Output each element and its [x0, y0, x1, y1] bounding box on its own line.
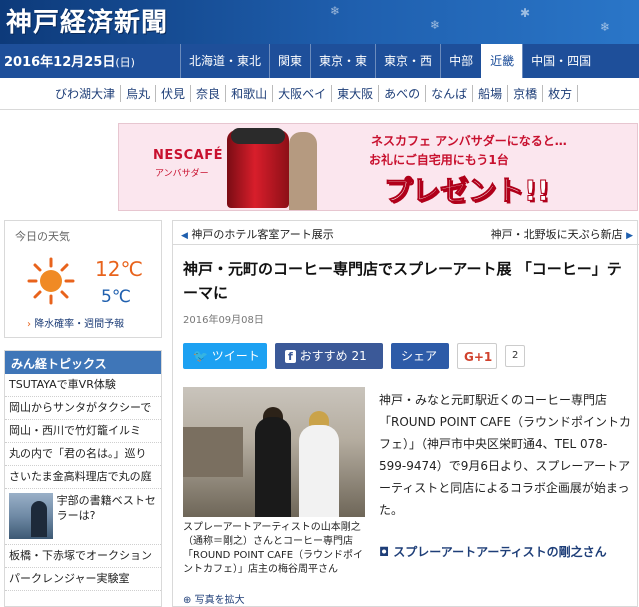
area-link[interactable]: 大阪ベイ	[273, 85, 333, 102]
twitter-bird-icon: 🐦	[193, 349, 208, 363]
region-tab-active[interactable]: 近畿	[481, 44, 523, 78]
area-link[interactable]: 東大阪	[332, 85, 380, 102]
ad-line2: お礼にご自宅用にもう1台	[369, 153, 509, 167]
triangle-left-icon: ◀	[181, 231, 188, 241]
area-nav: びわ湖大津 烏丸 伏見 奈良 和歌山 大阪ベイ 東大阪 あべの なんば 船場 京…	[0, 78, 639, 110]
topic-featured-label: 宇部の書籍ベストセラーは?	[56, 494, 156, 522]
enlarge-label: 写真を拡大	[194, 595, 245, 606]
region-tabs: 北海道・東北 関東 東京・東 東京・西 中部 近畿 中国・四国	[180, 44, 599, 78]
share-bar: 🐦 ツイート f おすすめ 21 シェア G+1 2	[183, 343, 526, 369]
temp-high: 12℃	[95, 257, 143, 281]
ad-brand-sub: アンバサダー	[155, 169, 209, 179]
topic-featured[interactable]: 宇部の書籍ベストセラーは?	[5, 489, 161, 545]
photo-person	[299, 425, 339, 517]
area-link[interactable]: 伏見	[156, 85, 192, 102]
share-button[interactable]: シェア	[391, 343, 449, 369]
tweet-label: ツイート	[211, 349, 260, 363]
topic-link[interactable]: パークレンジャー実験室	[5, 568, 161, 591]
photo-caption: スプレーアートアーティストの山本剛之（通称＝剛之）さんとコーヒー専門店「ROUN…	[183, 522, 364, 575]
article-photo[interactable]	[183, 387, 365, 517]
article-body-text: 神戸・みなと元町駅近くのコーヒー専門店「ROUND POINT CAFE（ラウン…	[379, 393, 632, 517]
article-date: 2016年09月08日	[183, 315, 264, 326]
region-tab[interactable]: 東京・西	[375, 44, 440, 78]
area-link[interactable]: 船場	[473, 85, 509, 102]
tweet-button[interactable]: 🐦 ツイート	[183, 343, 267, 369]
thumbnail-figure	[31, 501, 47, 537]
current-date: 2016年12月25日(日)	[4, 51, 135, 70]
article-subhead-text: スプレーアートアーティストの剛之さん	[393, 545, 607, 559]
topic-link[interactable]: 丸の内で「君の名は。」巡り	[5, 443, 161, 466]
region-tab[interactable]: 北海道・東北	[180, 44, 269, 78]
coffee-machine-top	[231, 128, 285, 144]
photo-person	[255, 417, 291, 517]
camera-icon: ◘	[379, 545, 390, 559]
article-headline: 神戸・元町のコーヒー専門店でスプレーアート展 「コーヒー」テーマに	[183, 260, 622, 302]
sun-icon	[27, 257, 75, 305]
snowflake-icon: ❄	[330, 4, 341, 18]
area-link[interactable]: 京橋	[508, 85, 544, 102]
topic-link[interactable]: 岡山・西川で竹灯籠イルミ	[5, 420, 161, 443]
topic-link[interactable]: 岡山からサンタがタクシーで	[5, 397, 161, 420]
area-link[interactable]: びわ湖大津	[50, 85, 122, 102]
next-article-title: 神戸・北野坂に天ぷら新店	[490, 228, 623, 241]
ad-brand: NESCAFÉ	[153, 148, 223, 163]
weather-link-label: 降水確率・週間予報	[34, 319, 125, 330]
topic-link[interactable]: さいたま金高料理店で丸の庭	[5, 466, 161, 489]
nescafe-ad-banner[interactable]: NESCAFÉ アンバサダー ネスカフェ アンバサダーになると… お礼にご自宅用…	[118, 123, 638, 211]
site-header: ❄ ❄ ✱ ❄ 神戸経済新聞	[0, 0, 639, 44]
region-tab[interactable]: 東京・東	[310, 44, 375, 78]
temp-low: 5℃	[101, 287, 131, 307]
snowflake-icon: ✱	[520, 6, 531, 20]
ad-person-image	[289, 132, 317, 210]
region-tab[interactable]: 中国・四国	[522, 44, 599, 78]
ad-line1: ネスカフェ アンバサダーになると…	[371, 134, 567, 148]
article-subhead: ◘ スプレーアートアーティストの剛之さん	[379, 541, 633, 563]
prev-article-link[interactable]: ◀ 神戸のホテル客室アート展示	[181, 226, 334, 242]
snowflake-icon: ❄	[430, 18, 441, 32]
gplus-count: 2	[505, 345, 526, 367]
weather-widget: 今日の天気 12℃ 5℃ › 降水確率・週間予報	[4, 220, 162, 338]
triangle-right-icon: ▶	[626, 231, 633, 241]
article-pager: ◀ 神戸のホテル客室アート展示 神戸・北野坂に天ぷら新店 ▶	[173, 221, 639, 245]
site-logo[interactable]: 神戸経済新聞	[6, 2, 168, 39]
ad-headline: プレゼント!!	[384, 174, 551, 208]
area-link[interactable]: 烏丸	[121, 85, 157, 102]
recommend-label: おすすめ 21	[299, 349, 367, 363]
weather-forecast-link[interactable]: › 降水確率・週間予報	[27, 315, 124, 330]
topics-panel: みん経トピックス TSUTAYAで車VR体験 岡山からサンタがタクシーで 岡山・…	[4, 350, 162, 607]
topic-link[interactable]: TSUTAYAで車VR体験	[5, 374, 161, 397]
gplus-button[interactable]: G+1	[457, 343, 497, 369]
enlarge-photo-link[interactable]: ⊕ 写真を拡大	[183, 591, 245, 606]
photo-shelf	[183, 427, 243, 477]
article-body: 神戸・みなと元町駅近くのコーヒー専門店「ROUND POINT CAFE（ラウン…	[379, 389, 633, 521]
facebook-icon: f	[285, 350, 296, 363]
article: ◀ 神戸のホテル客室アート展示 神戸・北野坂に天ぷら新店 ▶ 神戸・元町のコーヒ…	[172, 220, 639, 607]
region-nav: 2016年12月25日(日) 北海道・東北 関東 東京・東 東京・西 中部 近畿…	[0, 44, 639, 78]
next-article-link[interactable]: 神戸・北野坂に天ぷら新店 ▶	[491, 226, 633, 242]
area-link[interactable]: 枚方	[543, 85, 579, 102]
day-of-week: (日)	[115, 56, 135, 69]
region-tab[interactable]: 中部	[440, 44, 481, 78]
facebook-recommend-button[interactable]: f おすすめ 21	[275, 343, 383, 369]
area-link[interactable]: なんば	[426, 85, 474, 102]
topics-title: みん経トピックス	[5, 351, 161, 374]
snowflake-icon: ❄	[600, 20, 611, 34]
weather-title: 今日の天気	[15, 230, 70, 243]
date-text: 2016年12月25日	[4, 55, 116, 70]
topic-thumbnail	[9, 493, 53, 539]
area-link[interactable]: 奈良	[191, 85, 227, 102]
chevron-right-icon: ›	[27, 319, 31, 330]
prev-article-title: 神戸のホテル客室アート展示	[191, 228, 334, 241]
zoom-icon: ⊕	[183, 595, 192, 606]
region-tab[interactable]: 関東	[269, 44, 310, 78]
area-link[interactable]: 和歌山	[226, 85, 274, 102]
area-link[interactable]: あべの	[379, 85, 427, 102]
topic-link[interactable]: 板橋・下赤塚でオークション	[5, 545, 161, 568]
